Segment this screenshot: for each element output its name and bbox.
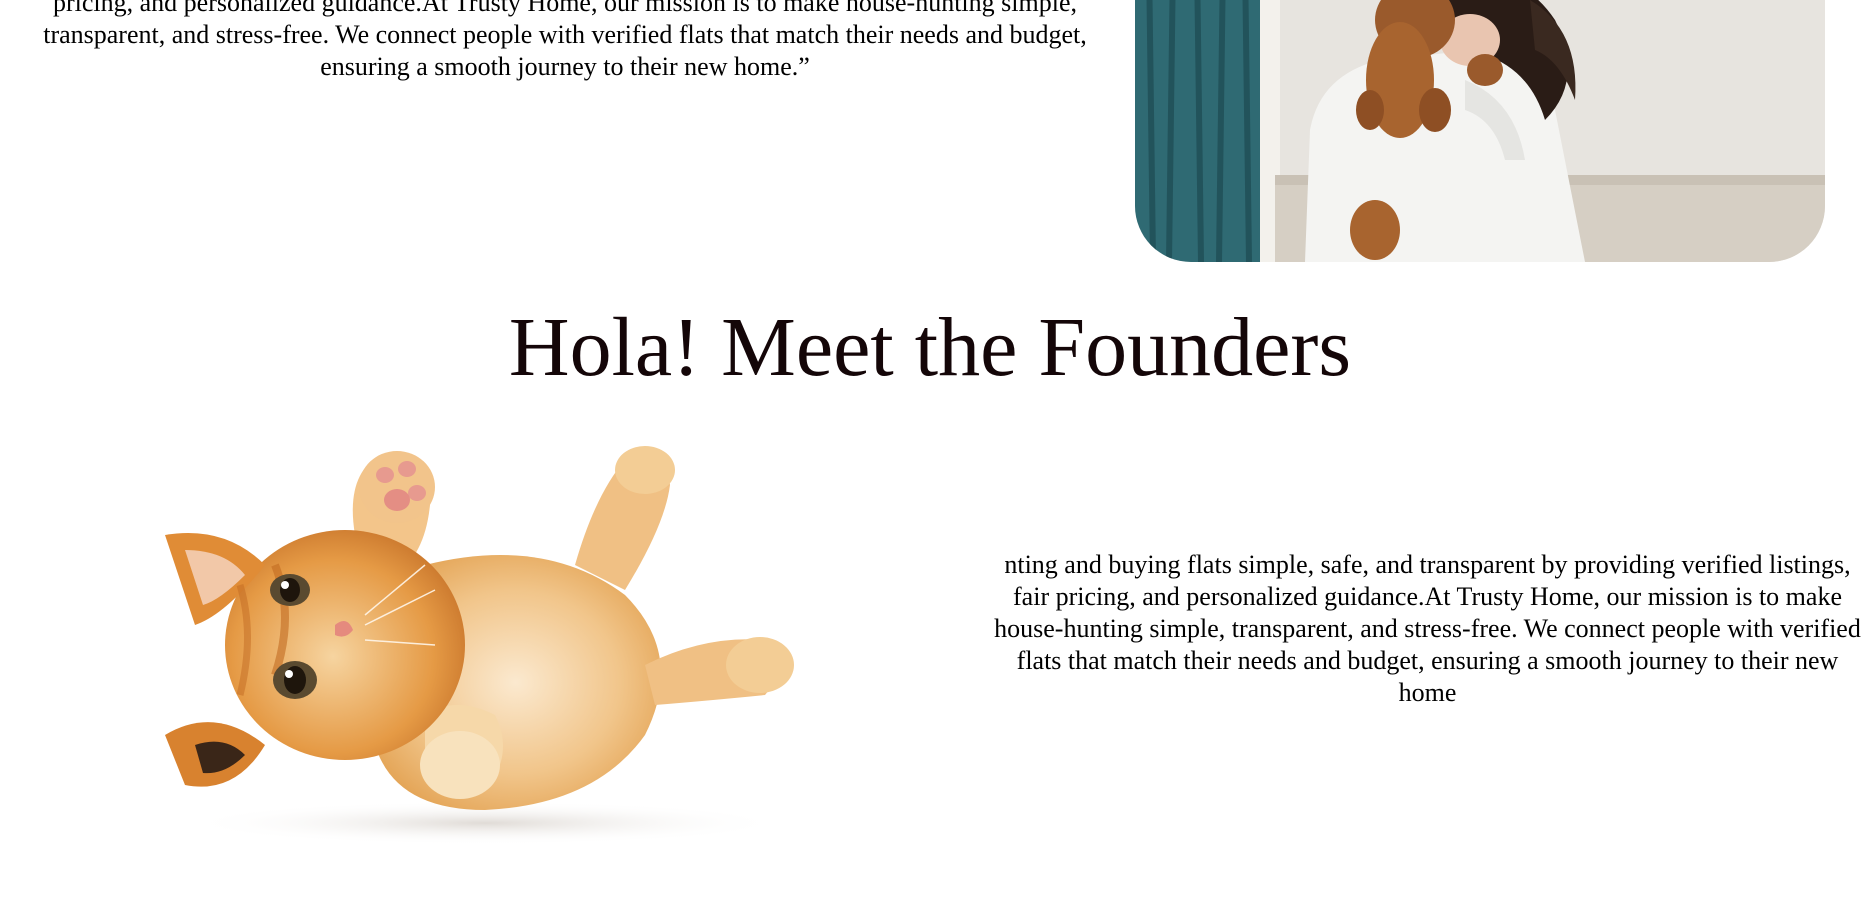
mission-paragraph: pricing, and personalized guidance.At Tr…: [43, 0, 1087, 81]
woman-hugging-dog-photo: [1135, 0, 1825, 262]
founders-heading: Hola! Meet the Founders: [508, 301, 1352, 394]
kitten-photo: [125, 415, 835, 855]
founders-paragraph: nting and buying flats simple, safe, and…: [994, 550, 1861, 707]
page: pricing, and personalized guidance.At Tr…: [0, 0, 1872, 908]
